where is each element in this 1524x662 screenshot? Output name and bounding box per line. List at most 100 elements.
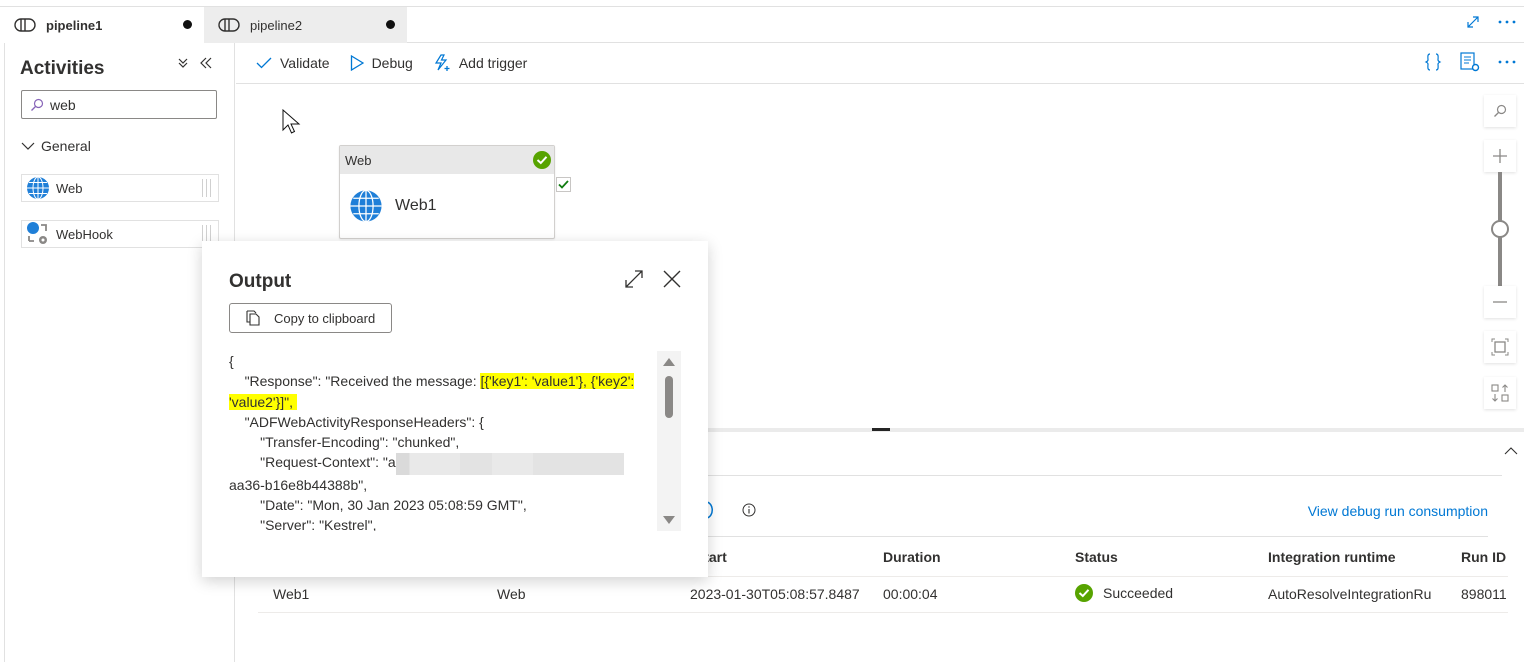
validate-label: Validate	[280, 55, 330, 71]
highlighted-text: 'value2'}]",	[229, 393, 297, 410]
tab-label: pipeline1	[46, 17, 103, 33]
view-debug-run-consumption-link[interactable]: View debug run consumption	[1308, 503, 1488, 519]
scroll-down-icon[interactable]	[663, 516, 675, 524]
status-icons	[706, 501, 756, 519]
validate-button[interactable]: Validate	[256, 55, 330, 71]
debug-label: Debug	[371, 55, 413, 71]
trigger-icon	[434, 54, 450, 71]
activity-label: WebHook	[56, 226, 113, 242]
add-trigger-button[interactable]: Add trigger	[433, 54, 527, 72]
zoom-out-button[interactable]	[1484, 286, 1516, 318]
column-header-duration[interactable]: Duration	[883, 549, 941, 565]
success-output-port[interactable]	[556, 177, 571, 192]
column-header-integration-runtime[interactable]: Integration runtime	[1268, 549, 1396, 565]
code-line: "ADFWebActivityResponseHeaders": {	[229, 413, 484, 430]
auto-align-icon	[1491, 384, 1509, 402]
more-icon[interactable]	[1498, 60, 1516, 64]
copy-icon	[246, 310, 260, 326]
status-text: Succeeded	[1103, 585, 1174, 601]
checkmark-icon	[256, 57, 272, 69]
scrollbar-thumb[interactable]	[665, 376, 673, 418]
code-braces-icon[interactable]	[1424, 53, 1442, 71]
splitter-handle[interactable]	[872, 428, 890, 431]
scroll-up-icon[interactable]	[663, 358, 675, 366]
node-type: Web	[345, 152, 372, 168]
expand-icon[interactable]	[624, 269, 644, 289]
tab-label: pipeline2	[250, 17, 303, 33]
zoom-in-button[interactable]	[1484, 140, 1516, 172]
globe-icon	[27, 176, 49, 200]
chevron-up-icon[interactable]	[1504, 446, 1518, 456]
code-line: "Request-Context": "a	[229, 452, 659, 475]
activities-header-actions	[177, 56, 213, 70]
minus-icon	[1493, 301, 1507, 303]
code-line: aa36-b16e8b44388b",	[229, 476, 368, 493]
redacted-block	[395, 452, 624, 475]
cell-run-start: 2023-01-30T05:08:57.8487	[690, 586, 860, 602]
highlighted-text: [{'key1': 'value1'}, {'key2':	[480, 373, 635, 390]
unsaved-dot-icon	[386, 20, 395, 29]
checkmark-icon	[558, 180, 569, 189]
plus-icon	[1493, 149, 1507, 163]
cell-status: Succeeded	[1075, 584, 1173, 602]
activity-item-webhook[interactable]: WebHook	[21, 220, 219, 248]
copy-to-clipboard-button[interactable]: Copy to clipboard	[229, 303, 392, 333]
code-text: "Response": "Received the message:	[229, 373, 481, 390]
code-line: "Response": "Received the message: [{'ke…	[229, 371, 659, 391]
fit-to-screen-button[interactable]	[1484, 331, 1516, 363]
collapse-all-icon[interactable]	[177, 56, 189, 70]
code-line: "Server": "Kestrel",	[229, 517, 377, 531]
activities-title: Activities	[20, 58, 105, 79]
more-icon[interactable]	[1498, 20, 1516, 24]
group-general[interactable]: General	[21, 138, 91, 154]
cell-duration: 00:00:04	[883, 586, 938, 602]
close-icon[interactable]	[662, 269, 682, 289]
tab-actions	[1466, 15, 1516, 29]
tab-pipeline1[interactable]: pipeline1	[0, 7, 204, 43]
search-icon	[1494, 104, 1507, 117]
cell-run-id: 898011	[1461, 586, 1507, 602]
pipeline-icon	[218, 18, 240, 32]
column-header-run-id[interactable]: Run ID	[1461, 549, 1506, 565]
canvas-search-button[interactable]	[1484, 95, 1516, 127]
code-line: "Date": "Mon, 30 Jan 2023 05:08:59 GMT",	[229, 497, 527, 514]
activities-panel: Activities General Web WebHook	[4, 43, 235, 662]
adf-pipeline-editor: pipeline1 pipeline2 Activities General	[0, 0, 1524, 662]
collapse-panel-icon[interactable]	[199, 56, 213, 70]
debug-button[interactable]: Debug	[350, 55, 413, 71]
unsaved-dot-icon	[183, 20, 192, 29]
pipeline-toolbar: Validate Debug Add trigger	[236, 43, 1524, 84]
column-header-status[interactable]: Status	[1075, 549, 1118, 565]
activity-label: Web	[56, 180, 83, 196]
toolbar-right-actions	[1424, 52, 1516, 72]
success-check-icon	[533, 151, 551, 169]
code-text: "Request-Context": "a	[229, 454, 396, 471]
activity-node-web1[interactable]: Web Web1	[339, 145, 555, 239]
output-json: { "Response": "Received the message: [{'…	[229, 351, 659, 531]
zoom-slider-thumb[interactable]	[1491, 220, 1509, 238]
output-dialog-actions	[624, 269, 682, 289]
drag-handle[interactable]	[202, 179, 214, 197]
node-header: Web	[340, 146, 554, 174]
activities-search-input[interactable]	[50, 96, 200, 113]
expand-icon[interactable]	[1466, 15, 1480, 29]
cell-activity-name: Web1	[273, 586, 310, 602]
activities-search[interactable]	[21, 90, 217, 119]
success-check-icon	[1075, 584, 1093, 602]
copy-label: Copy to clipboard	[274, 310, 376, 326]
code-line: {	[229, 353, 234, 369]
output-scrollbar[interactable]	[657, 351, 681, 531]
info-icon[interactable]	[742, 503, 756, 517]
properties-icon[interactable]	[1460, 52, 1480, 72]
pipeline-icon	[14, 18, 36, 32]
mouse-cursor-icon	[282, 109, 301, 134]
auto-align-button[interactable]	[1484, 377, 1516, 409]
add-trigger-label: Add trigger	[458, 55, 528, 71]
node-name: Web1	[395, 197, 437, 214]
chevron-down-icon	[21, 142, 35, 150]
activity-item-web[interactable]: Web	[21, 174, 219, 202]
play-icon	[350, 55, 364, 71]
tab-pipeline2[interactable]: pipeline2	[204, 7, 407, 43]
tab-bar: pipeline1 pipeline2	[0, 6, 1524, 43]
node-body: Web1	[340, 174, 554, 238]
